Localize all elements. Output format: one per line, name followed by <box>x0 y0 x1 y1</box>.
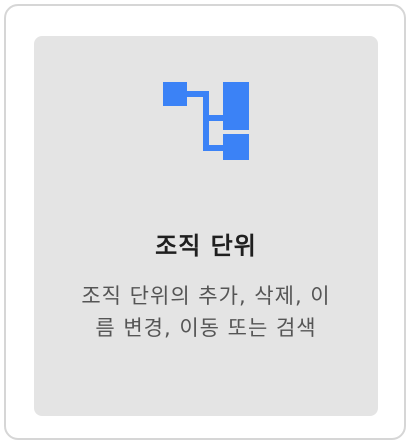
card-description: 조직 단위의 추가, 삭제, 이름 변경, 이동 또는 검색 <box>81 284 331 340</box>
card-title: 조직 단위 <box>155 232 257 260</box>
org-unit-icon <box>163 82 249 160</box>
